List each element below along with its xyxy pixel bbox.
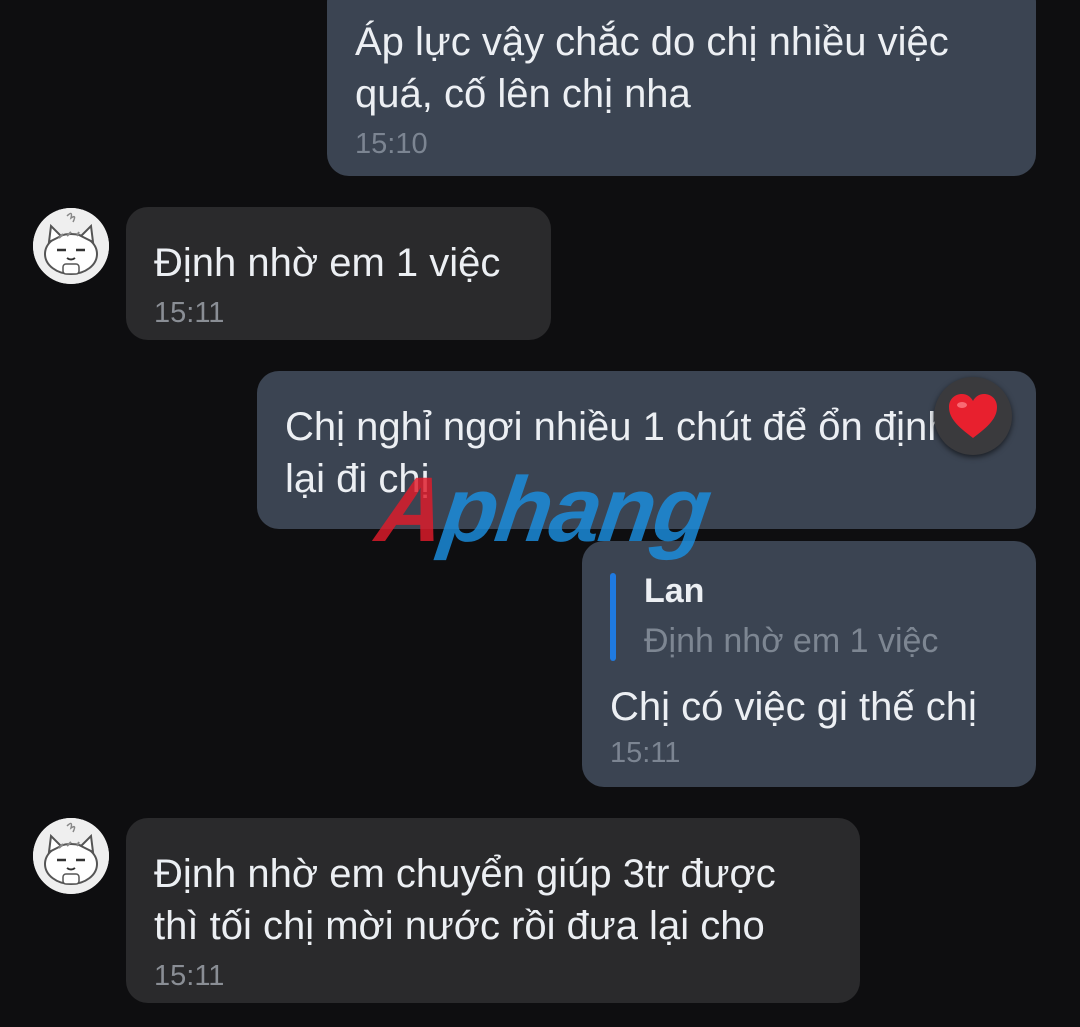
watermark-rest: phang xyxy=(435,459,716,561)
message-time: 15:11 xyxy=(154,960,225,992)
reply-quote-bar xyxy=(610,573,616,661)
message-bubble-reply[interactable]: Lan Định nhờ em 1 việc Chị có việc gi th… xyxy=(582,541,1036,787)
message-bubble-outgoing[interactable]: Áp lực vậy chắc do chị nhiều việc quá, c… xyxy=(327,0,1036,176)
message-bubble-incoming[interactable]: Định nhờ em 1 việc 15:11 xyxy=(126,207,551,340)
heart-icon xyxy=(949,394,997,438)
message-time: 15:10 xyxy=(355,128,428,160)
message-text: Định nhờ em chuyển giúp 3tr được thì tối… xyxy=(154,852,776,948)
message-text: Áp lực vậy chắc do chị nhiều việc quá, c… xyxy=(355,20,949,116)
contact-avatar[interactable] xyxy=(33,818,109,894)
reaction-badge[interactable] xyxy=(934,377,1012,455)
watermark-logo: Aphang xyxy=(371,458,716,563)
message-text: Định nhờ em 1 việc xyxy=(154,241,501,285)
reply-quote[interactable]: Lan Định nhờ em 1 việc xyxy=(610,569,1008,663)
contact-avatar[interactable] xyxy=(33,208,109,284)
message-bubble-incoming[interactable]: Định nhờ em chuyển giúp 3tr được thì tối… xyxy=(126,818,860,1003)
message-text: Chị có việc gi thế chị xyxy=(610,685,977,729)
reply-quote-sender: Lan xyxy=(644,572,705,610)
cat-sticker-avatar-icon xyxy=(33,208,109,284)
reply-quote-text: Định nhờ em 1 việc xyxy=(644,622,939,660)
chat-screen: Áp lực vậy chắc do chị nhiều việc quá, c… xyxy=(0,0,1080,1027)
cat-sticker-avatar-icon xyxy=(33,818,109,894)
message-time: 15:11 xyxy=(610,737,681,769)
message-time: 15:11 xyxy=(154,297,225,329)
